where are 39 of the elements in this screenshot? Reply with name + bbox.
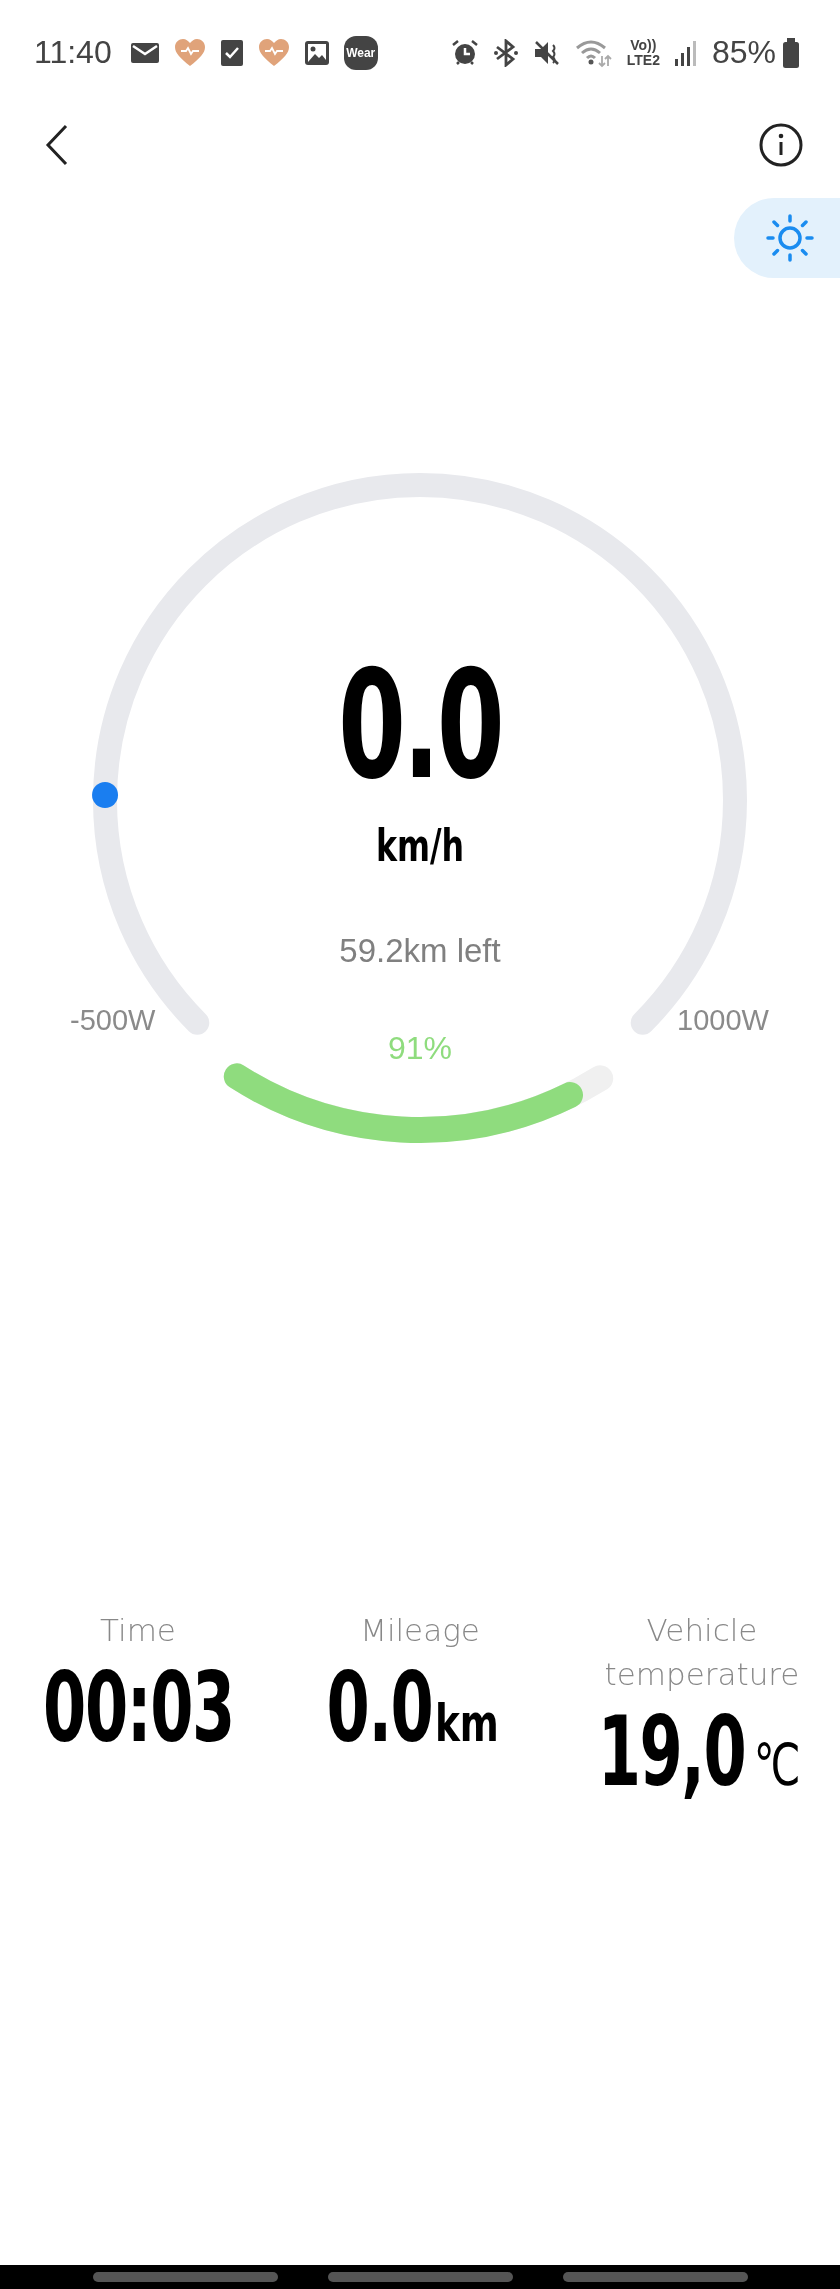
- checkbox-icon: [219, 38, 244, 67]
- heart-icon: [173, 38, 206, 67]
- back-icon: [44, 124, 70, 166]
- battery-icon: [782, 37, 800, 68]
- mail-icon: [129, 40, 160, 65]
- sun-icon: [765, 213, 815, 263]
- stat-value: 19,0: [597, 1700, 746, 1806]
- power-max-label: 1000W: [677, 1004, 769, 1037]
- heart-icon: [257, 38, 290, 67]
- mute-icon: [532, 38, 561, 67]
- stat-unit: ℃: [754, 1731, 801, 1799]
- volte-label: Vo)): [630, 37, 657, 53]
- nav-handle[interactable]: [562, 2272, 748, 2282]
- stat-value: 00:03: [42, 1656, 234, 1762]
- nav-handle[interactable]: [327, 2272, 513, 2282]
- network-label: LTE2: [626, 52, 660, 68]
- stat-label: Mileage: [360, 1611, 480, 1650]
- nav-handle[interactable]: [92, 2272, 278, 2282]
- brightness-button[interactable]: [734, 198, 840, 278]
- battery-percent: 85%: [711, 34, 776, 71]
- power-min-label: -500W: [70, 1004, 156, 1037]
- info-button[interactable]: [758, 122, 804, 168]
- stat-value: 0.0: [326, 1656, 432, 1762]
- info-icon: [758, 122, 804, 168]
- range-remaining: 59.2km left: [338, 932, 502, 970]
- wear-badge: Wear: [343, 35, 378, 70]
- alarm-icon: [450, 38, 479, 67]
- back-button[interactable]: [44, 124, 70, 166]
- battery-percent: 91%: [386, 1030, 453, 1067]
- wifi-icon: [574, 37, 613, 68]
- speed-unit: km/h: [374, 820, 466, 871]
- stat-unit: km: [434, 1693, 499, 1753]
- speed-value: 0.0: [337, 650, 503, 800]
- stat-label: Time: [100, 1611, 176, 1650]
- stat-label: Vehicle temperature: [603, 1611, 801, 1694]
- status-time: 11:40: [34, 34, 112, 71]
- bluetooth-icon: [492, 38, 519, 67]
- image-icon: [303, 39, 330, 66]
- signal-icon: [673, 38, 698, 67]
